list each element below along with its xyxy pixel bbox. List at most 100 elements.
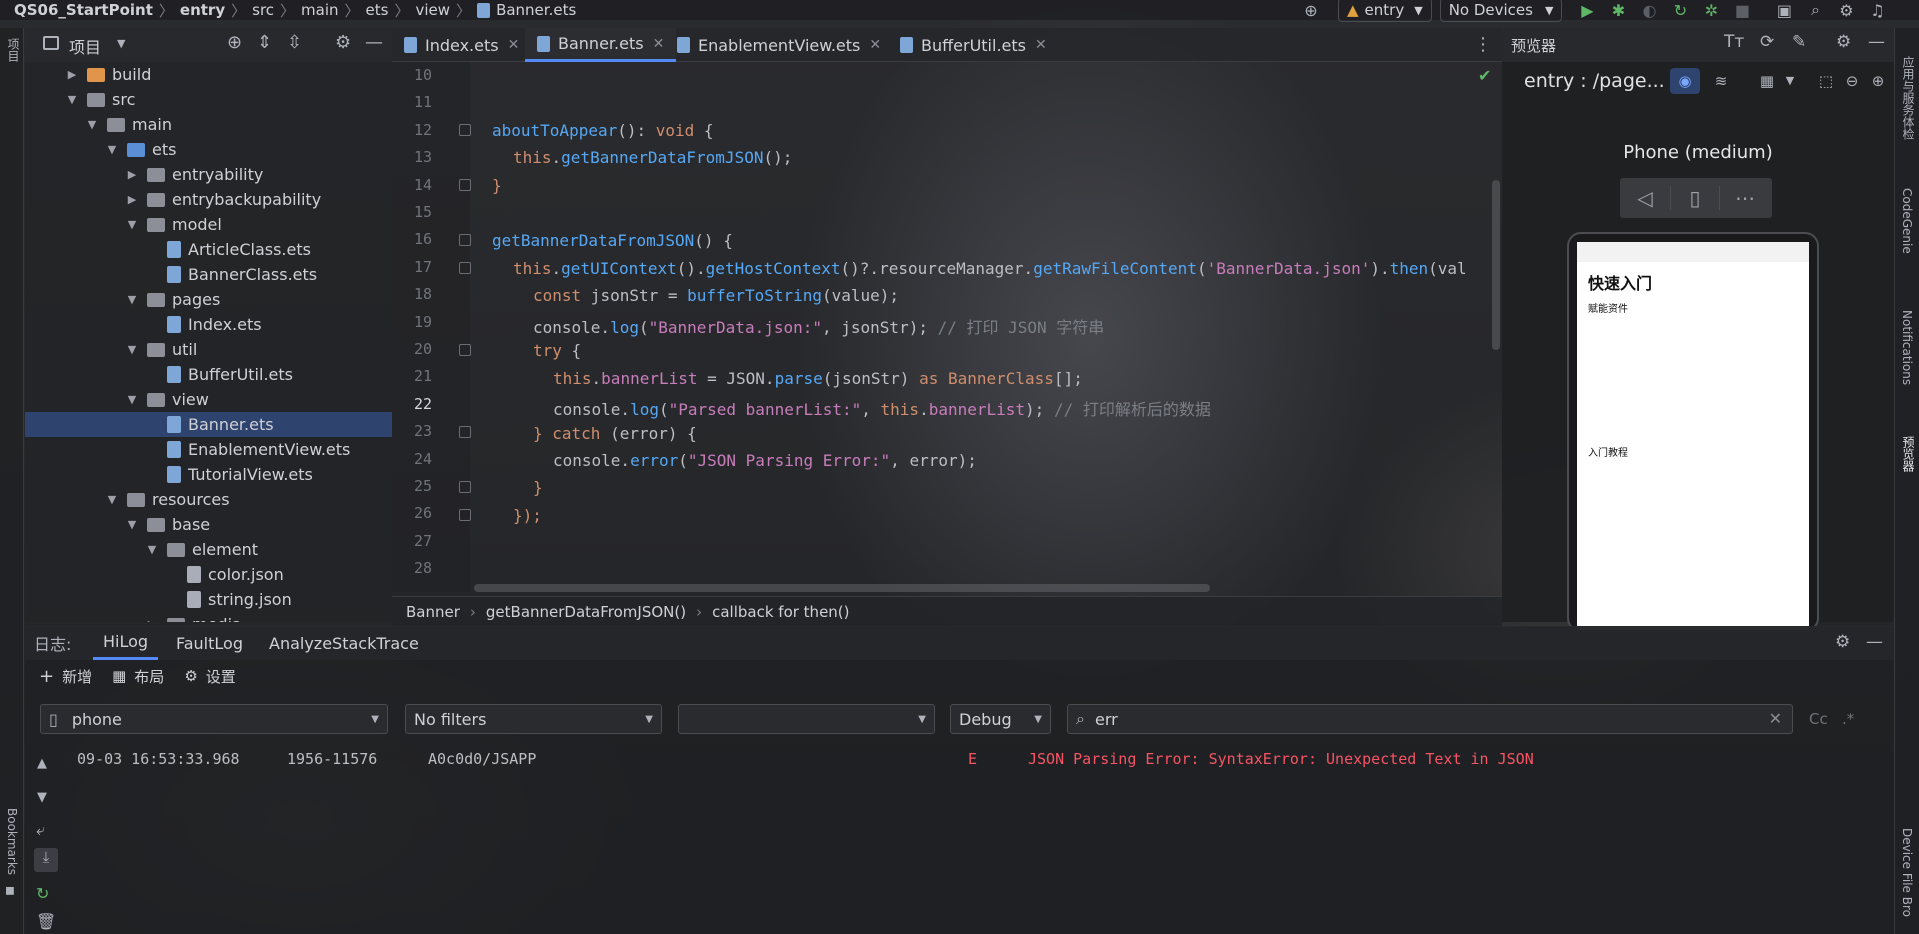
fit-icon[interactable]: ⬚: [1814, 68, 1838, 94]
code-line-13[interactable]: this.getBannerDataFromJSON();: [513, 148, 792, 167]
code-line-23[interactable]: } catch (error) {: [533, 424, 697, 443]
chevron-right-icon[interactable]: ▶: [65, 68, 79, 81]
breadcrumb-view[interactable]: view: [416, 1, 451, 19]
device-selector[interactable]: No Devices ▼: [1439, 0, 1563, 22]
tree-item-view[interactable]: ▼ view: [25, 387, 392, 412]
scroll-down-icon[interactable]: ▼: [37, 790, 47, 805]
code-line-17[interactable]: this.getUIContext().getHostContext()?.re…: [513, 259, 1467, 278]
tree-item-pages[interactable]: ▼ pages: [25, 287, 392, 312]
tab-index-ets[interactable]: Index.ets ✕: [392, 28, 531, 62]
scroll-up-icon[interactable]: ▲: [37, 756, 47, 771]
line-number[interactable]: 11: [392, 93, 432, 111]
device-manager-icon[interactable]: ▣: [1773, 0, 1795, 20]
code-line-16[interactable]: getBannerDataFromJSON() {: [492, 231, 733, 250]
vertical-scrollbar[interactable]: [1492, 180, 1500, 350]
line-number[interactable]: 21: [392, 367, 432, 385]
tree-item-ets[interactable]: ▼ ets: [25, 137, 392, 162]
chevron-down-icon[interactable]: ▼: [1780, 68, 1800, 94]
gear-icon[interactable]: ⚙: [1835, 0, 1857, 20]
level-dropdown[interactable]: Debug ▼: [950, 704, 1051, 734]
settings-button[interactable]: 设置: [206, 666, 236, 687]
breadcrumb-method[interactable]: getBannerDataFromJSON(): [486, 603, 686, 621]
device-dropdown[interactable]: ▯ phone ▼: [40, 704, 388, 734]
line-number[interactable]: 22: [392, 395, 432, 413]
collapse-all-icon[interactable]: ⇳: [287, 32, 302, 53]
back-icon[interactable]: ◁: [1620, 186, 1670, 210]
code-line-12[interactable]: aboutToAppear(): void {: [492, 121, 714, 140]
fold-icon[interactable]: [459, 262, 471, 274]
rotate-icon[interactable]: ▯: [1670, 186, 1720, 210]
chevron-down-icon[interactable]: ▼: [117, 37, 125, 50]
line-number[interactable]: 15: [392, 203, 432, 221]
close-icon[interactable]: ✕: [508, 37, 520, 53]
project-panel-title[interactable]: 项目: [69, 34, 101, 58]
regex-toggle[interactable]: .*: [1842, 710, 1854, 728]
breadcrumb-ets[interactable]: ets: [366, 1, 389, 19]
chevron-down-icon[interactable]: ▼: [125, 393, 139, 406]
close-icon[interactable]: ✕: [653, 36, 665, 52]
gear-icon[interactable]: ⚙: [1836, 32, 1851, 52]
attach-debugger-icon[interactable]: ◐: [1638, 0, 1660, 20]
gear-icon[interactable]: ⚙: [335, 32, 351, 53]
project-tool-button[interactable]: 项目: [5, 38, 22, 62]
codegenie-tool-button[interactable]: CodeGenie: [1900, 188, 1914, 254]
grid-icon[interactable]: ▦: [112, 667, 126, 685]
notifications-tool-button[interactable]: Notifications: [1900, 310, 1914, 385]
breadcrumb-src[interactable]: src: [252, 1, 274, 19]
code-line-20[interactable]: try {: [533, 341, 581, 360]
fold-icon[interactable]: [459, 344, 471, 356]
previewer-tool-button[interactable]: 预览器: [1900, 436, 1917, 472]
notifications-icon[interactable]: ♫: [1866, 0, 1888, 20]
tree-item-bufferutil-ets[interactable]: BufferUtil.ets: [25, 362, 392, 387]
line-number[interactable]: 19: [392, 313, 432, 331]
clear-icon[interactable]: ✕: [1769, 709, 1782, 728]
tree-item-entryability[interactable]: ▶ entryability: [25, 162, 392, 187]
more-tabs-icon[interactable]: ⋮: [1474, 34, 1492, 55]
inspector-icon[interactable]: ◉: [1670, 68, 1700, 94]
code-line-25[interactable]: }: [533, 478, 543, 497]
line-number[interactable]: 18: [392, 285, 432, 303]
chevron-down-icon[interactable]: ▼: [125, 218, 139, 231]
tab-analyzestacktrace[interactable]: AnalyzeStackTrace: [259, 626, 429, 660]
pin-icon[interactable]: ✎: [1792, 32, 1806, 52]
code-line-21[interactable]: this.bannerList = JSON.parse(jsonStr) as…: [553, 369, 1083, 388]
close-icon[interactable]: ✕: [869, 37, 881, 53]
chevron-down-icon[interactable]: ▼: [65, 93, 79, 106]
line-number[interactable]: 28: [392, 559, 432, 577]
tree-item-string-json[interactable]: string.json: [25, 587, 392, 612]
restart-icon[interactable]: ↻: [36, 884, 49, 903]
tree-item-articleclass-ets[interactable]: ArticleClass.ets: [25, 237, 392, 262]
minimize-icon[interactable]: —: [1868, 32, 1885, 52]
tree-item-base[interactable]: ▼ base: [25, 512, 392, 537]
gear-icon[interactable]: ⚙: [1835, 632, 1850, 652]
line-number[interactable]: 14: [392, 176, 432, 194]
code-line-19[interactable]: console.log("BannerData.json:", jsonStr)…: [533, 314, 1104, 338]
tree-item-build[interactable]: ▶ build: [25, 62, 392, 87]
zoom-out-icon[interactable]: ⊖: [1840, 68, 1864, 94]
profile-icon[interactable]: ✲: [1700, 0, 1722, 20]
debug-icon[interactable]: ✱: [1607, 0, 1629, 20]
chevron-down-icon[interactable]: ▼: [105, 143, 119, 156]
plus-icon[interactable]: +: [39, 666, 54, 687]
fold-icon[interactable]: [459, 124, 471, 136]
chevron-down-icon[interactable]: ▼: [105, 493, 119, 506]
process-dropdown[interactable]: ▼: [678, 704, 935, 734]
chevron-right-icon[interactable]: ▶: [145, 618, 159, 622]
tree-item-color-json[interactable]: color.json: [25, 562, 392, 587]
tree-item-media[interactable]: ▶ media: [25, 612, 392, 622]
tab-faultlog[interactable]: FaultLog: [166, 626, 253, 660]
breadcrumb-class[interactable]: Banner: [406, 603, 460, 621]
tab-bufferutil-ets[interactable]: BufferUtil.ets ✕: [888, 28, 1059, 62]
filter-dropdown[interactable]: No filters ▼: [405, 704, 662, 734]
breadcrumb-main[interactable]: main: [301, 1, 338, 19]
line-number[interactable]: 16: [392, 230, 432, 248]
soft-wrap-icon[interactable]: ⤶: [36, 820, 45, 840]
layers-icon[interactable]: ≋: [1706, 68, 1736, 94]
fold-icon[interactable]: [459, 509, 471, 521]
zoom-in-icon[interactable]: ⊕: [1866, 68, 1890, 94]
line-number[interactable]: 17: [392, 258, 432, 276]
line-number[interactable]: 12: [392, 121, 432, 139]
expand-all-icon[interactable]: ⇕: [257, 32, 272, 53]
chevron-down-icon[interactable]: ▼: [125, 518, 139, 531]
app-service-check-tool-button[interactable]: 应用与服务体检: [1900, 56, 1917, 140]
